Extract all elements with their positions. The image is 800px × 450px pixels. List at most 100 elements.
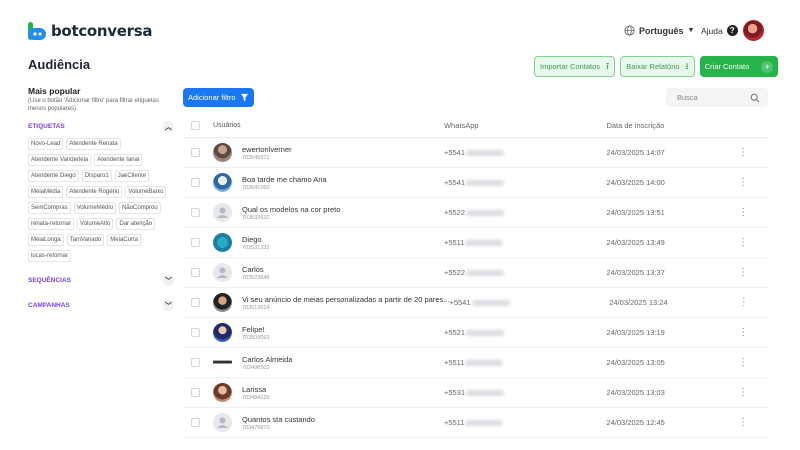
upload-icon: ⭱ [606,60,610,71]
chevron-down-icon[interactable]: ﹀ [163,275,174,286]
tag-chip[interactable]: MeiaCurta [107,234,141,246]
whatsapp-cell: +5521 [444,328,607,337]
contact-name[interactable]: ewertonlverner [242,145,292,154]
contact-name[interactable]: Vi seu anúncio de meias personalizadas a… [242,295,450,304]
contact-name[interactable]: Boa tarde me chamo Ana [242,175,327,184]
row-checkbox[interactable] [191,298,200,307]
search-input[interactable]: Busca [666,88,768,107]
section-campaigns-header[interactable]: CAMPANHAS ﹀ [28,299,174,312]
user-cell: Carlos 703523648 [213,263,444,282]
column-header-whatsapp[interactable]: WhatsApp [444,121,607,130]
signup-date: 24/03/2025 13:05 [606,358,665,367]
row-checkbox[interactable] [191,268,200,277]
user-cell: Felipe! 703509093 [213,323,444,342]
tag-chip[interactable]: Disparo1 [81,170,112,182]
more-options-icon[interactable]: ⋮ [719,357,768,368]
contact-avatar [213,323,232,342]
more-options-icon[interactable]: ⋮ [719,147,768,158]
tag-chip[interactable]: renata-retornar [28,218,75,230]
download-report-button[interactable]: Baixar Relatório ⭳ [620,56,695,77]
user-cell: Vi seu anúncio de meias personalizadas a… [213,293,450,312]
row-checkbox[interactable] [191,418,200,427]
column-header-users[interactable]: Usuários [213,122,444,129]
more-options-icon[interactable]: ⋮ [719,327,768,338]
brand-logo[interactable]: botconversa [27,21,152,41]
whatsapp-cell: +5541 [444,148,607,157]
page-title: Audiência [28,57,91,72]
contact-name[interactable]: Felipe! [242,325,270,334]
more-options-icon[interactable]: ⋮ [719,417,768,428]
table-row[interactable]: Diego 703531332 +5511 24/03/2025 13:49 ⋮ [184,228,768,258]
contact-name[interactable]: Qual os modelos na cor preto [242,205,340,214]
table-row[interactable]: Boa tarde me chamo Ana 703541060 +5541 24/0… [184,168,768,198]
row-checkbox[interactable] [191,328,200,337]
table-row[interactable]: Carlos 703523648 +5522 24/03/2025 13:37 ⋮ [184,258,768,288]
row-checkbox[interactable] [191,238,200,247]
tag-chip[interactable]: Atendente Rogério [66,186,123,198]
add-filter-label: Adicionar filtro [188,93,236,102]
question-icon: ? [726,25,738,36]
contact-name[interactable]: Quantos sta custando [242,415,315,424]
row-checkbox[interactable] [191,208,200,217]
tag-chip[interactable]: SemCompras [28,202,71,214]
row-checkbox[interactable] [191,358,200,367]
table-row[interactable]: Qual os modelos na cor preto 703532632 +55… [184,198,768,228]
language-selector[interactable]: Português ▼ [624,25,694,36]
add-filter-button[interactable]: Adicionar filtro [183,88,254,107]
column-header-date[interactable]: Data de inscrição [606,121,718,130]
more-options-icon[interactable]: ⋮ [719,237,768,248]
more-options-icon[interactable]: ⋮ [719,297,768,308]
tag-chip[interactable]: JaéCliente [114,170,150,182]
more-options-icon[interactable]: ⋮ [719,267,768,278]
create-contact-button[interactable]: Criar Contato + [699,56,779,77]
contact-name[interactable]: Larissa [242,385,270,394]
search-placeholder: Busca [677,93,698,102]
section-sequences-header[interactable]: SEQUÊNCIAS ﹀ [28,274,174,287]
tag-chip[interactable]: Novo-Lead [28,138,64,150]
tag-chip[interactable]: NãoComprou [119,202,161,214]
row-checkbox[interactable] [191,178,200,187]
tag-chip[interactable]: Atendente Ianai [94,154,143,166]
table-row[interactable]: ewertonlverner 703545971 +5541 24/03/2025 1… [184,138,768,168]
tag-chip[interactable]: Atendente Vanderleia [28,154,92,166]
more-options-icon[interactable]: ⋮ [719,177,768,188]
table-row[interactable]: Felipe! 703509093 +5521 24/03/2025 13:19 ⋮ [184,318,768,348]
section-tags-header[interactable]: ETIQUETAS ︿ [28,120,174,133]
phone-redacted [466,330,505,337]
contact-id: 703531332 [242,244,270,251]
tag-chip[interactable]: Atendente Diego [28,170,79,182]
tag-chip[interactable]: VolumeBaixo [125,186,167,198]
more-options-icon[interactable]: ⋮ [719,387,768,398]
phone-prefix: +5541 [449,298,471,307]
contact-name[interactable]: Carlos Almeida [242,355,292,364]
row-checkbox[interactable] [191,148,200,157]
tag-chip[interactable]: lucas-retornar [28,250,72,262]
table-row[interactable]: Quantos sta custando 703479870 +5511 24/03/… [184,408,768,438]
tag-chip[interactable]: MeiaMédia [28,186,64,198]
select-all-checkbox[interactable] [191,121,200,130]
import-contacts-button[interactable]: Importar Contatos ⭱ [534,56,616,77]
signup-date: 24/03/2025 12:45 [606,418,665,427]
tag-chip[interactable]: Dar atenção [116,218,156,230]
contact-name[interactable]: Diego [242,235,270,244]
table-row[interactable]: Carlos Almeida 703496502 +5511 24/03/2025 1… [184,348,768,378]
contact-name[interactable]: Carlos [242,265,270,274]
user-cell: Quantos sta custando 703479870 [213,413,444,432]
tag-chip[interactable]: VolumeMédio [73,202,117,214]
search-icon [750,93,760,102]
table-row[interactable]: Larissa 703484126 +5531 24/03/2025 13:03 ⋮ [184,378,768,408]
chevron-down-icon[interactable]: ﹀ [163,300,174,311]
chevron-up-icon[interactable]: ︿ [163,121,174,132]
table-row[interactable]: Vi seu anúncio de meias personalizadas a… [184,288,768,318]
help-link[interactable]: Ajuda ? [701,25,738,36]
tag-chip[interactable]: MeiaLonga [28,234,64,246]
tag-chip[interactable]: VolumeAlto [77,218,114,230]
tag-chip[interactable]: Atendente Renata [66,138,121,150]
user-avatar[interactable] [743,20,764,41]
help-label: Ajuda [701,25,723,36]
tag-chip[interactable]: TamVariado [66,234,105,246]
header-actions: Importar Contatos ⭱ Baixar Relatório ⭳ C… [534,56,779,77]
row-checkbox[interactable] [191,388,200,397]
more-options-icon[interactable]: ⋮ [719,207,768,218]
tag-list: Novo-Lead Atendente Renata Atendente Vande… [28,138,168,262]
